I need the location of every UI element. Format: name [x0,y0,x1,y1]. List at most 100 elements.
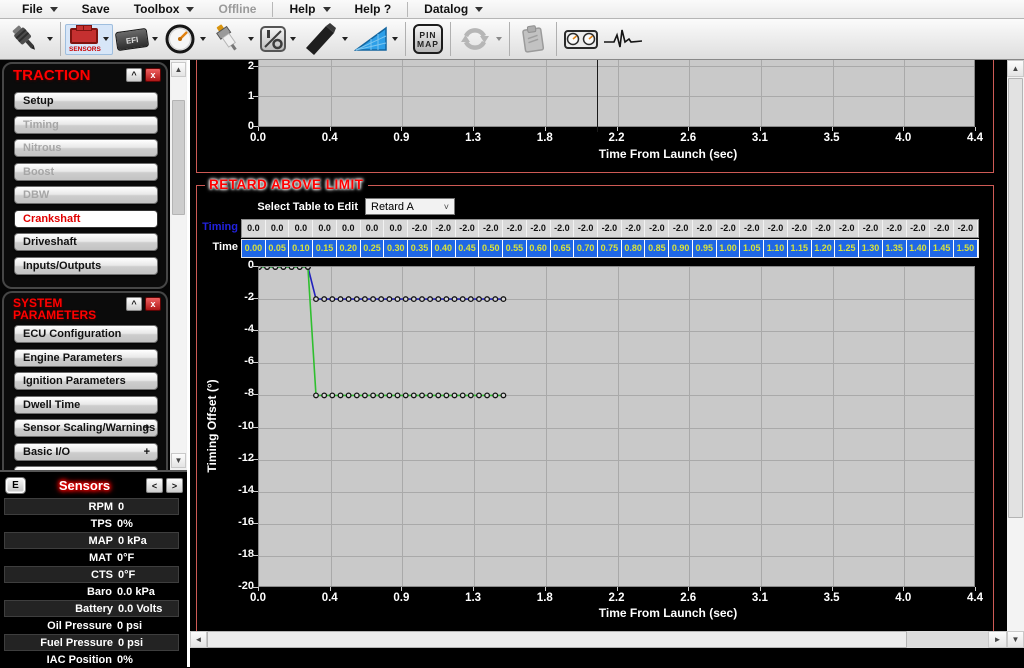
time-cell[interactable]: 0.05 [266,240,290,257]
data-point[interactable] [265,267,270,269]
timing-cell[interactable]: -2.0 [574,220,598,237]
data-point[interactable] [420,393,425,398]
ignition-coil-icon[interactable] [299,20,351,58]
data-point[interactable] [322,393,327,398]
time-cell[interactable]: 1.45 [930,240,954,257]
time-cell[interactable]: 0.65 [551,240,575,257]
time-cell[interactable]: 0.30 [384,240,408,257]
timing-cell[interactable]: -2.0 [432,220,456,237]
timing-cell[interactable]: 0.0 [289,220,313,237]
sidebar-item-sensor-scaling-warnings[interactable]: Sensor Scaling/Warnings+ [14,419,158,437]
scroll-down-icon[interactable]: ▼ [1007,631,1024,648]
sidebar-item-driveshaft[interactable]: Driveshaft [14,233,158,251]
data-point[interactable] [403,297,408,302]
timing-cell[interactable]: -2.0 [645,220,669,237]
data-point[interactable] [330,297,335,302]
time-cell[interactable]: 1.30 [859,240,883,257]
data-point[interactable] [387,297,392,302]
data-point[interactable] [493,297,498,302]
data-point[interactable] [314,393,319,398]
timing-cell[interactable]: -2.0 [717,220,741,237]
timing-cell[interactable]: -2.0 [954,220,978,237]
data-point[interactable] [306,267,311,269]
data-point[interactable] [289,267,294,269]
data-point[interactable] [452,297,457,302]
data-point[interactable] [371,297,376,302]
time-cell[interactable]: 1.05 [740,240,764,257]
timing-cell[interactable]: -2.0 [479,220,503,237]
time-cell[interactable]: 0.15 [313,240,337,257]
sidebar-item-setup[interactable]: Setup [14,92,158,110]
time-cell[interactable]: 1.15 [788,240,812,257]
gauge-icon[interactable] [161,20,209,58]
data-point[interactable] [403,393,408,398]
data-point[interactable] [452,393,457,398]
data-point[interactable] [297,267,302,269]
fuel-map-3d-icon[interactable] [351,20,401,58]
timing-cell[interactable]: 0.0 [242,220,266,237]
data-point[interactable] [420,297,425,302]
timing-cell[interactable]: -2.0 [812,220,836,237]
data-point[interactable] [387,393,392,398]
next-page-icon[interactable]: > [166,478,183,493]
time-cell[interactable]: 0.90 [669,240,693,257]
dropdown-arrow[interactable] [200,37,206,41]
timing-cell[interactable]: 0.0 [384,220,408,237]
data-point[interactable] [436,393,441,398]
time-cell[interactable]: 0.50 [479,240,503,257]
timing-cell[interactable]: -2.0 [456,220,480,237]
data-point[interactable] [338,393,343,398]
data-point[interactable] [259,267,261,269]
sidebar-item-crankshaft[interactable]: Crankshaft [14,210,158,228]
time-cell[interactable]: 0.10 [289,240,313,257]
timing-cell[interactable]: 0.0 [266,220,290,237]
scroll-down-icon[interactable]: ▼ [171,453,186,468]
timing-cell[interactable]: 0.0 [313,220,337,237]
data-point[interactable] [469,297,474,302]
data-point[interactable] [436,297,441,302]
data-point[interactable] [485,393,490,398]
timing-cell[interactable]: -2.0 [622,220,646,237]
data-point[interactable] [477,297,482,302]
dropdown-arrow[interactable] [248,37,254,41]
time-cell[interactable]: 0.45 [456,240,480,257]
sensors-icon[interactable]: SENSORS [65,24,113,55]
waveform-icon[interactable] [601,20,645,58]
data-point[interactable] [501,393,506,398]
dropdown-arrow[interactable] [103,37,109,41]
timing-cell[interactable]: -2.0 [788,220,812,237]
data-point[interactable] [379,297,384,302]
scroll-up-icon[interactable]: ▲ [171,62,186,77]
data-point[interactable] [469,393,474,398]
timing-cell[interactable]: 0.0 [337,220,361,237]
time-cell[interactable]: 1.20 [812,240,836,257]
time-cell[interactable]: 0.85 [645,240,669,257]
data-point[interactable] [355,393,360,398]
data-point[interactable] [371,393,376,398]
collapse-icon[interactable]: ^ [126,297,142,311]
collapse-icon[interactable]: ^ [126,68,142,82]
time-cell[interactable]: 0.20 [337,240,361,257]
dual-gauges-icon[interactable] [561,20,601,58]
time-cell[interactable]: 1.00 [717,240,741,257]
timing-cell[interactable]: -2.0 [764,220,788,237]
time-cell[interactable]: 0.60 [527,240,551,257]
menu-item-datalog[interactable]: Datalog [412,0,495,18]
sidebar-item-dwell-time[interactable]: Dwell Time [14,396,158,414]
timing-cell[interactable]: -2.0 [551,220,575,237]
scroll-right-icon[interactable]: ► [988,631,1007,648]
horizontal-scrollbar-thumb[interactable] [207,631,907,648]
dropdown-arrow[interactable] [47,37,53,41]
prev-page-icon[interactable]: < [146,478,163,493]
timing-cell[interactable]: -2.0 [883,220,907,237]
data-point[interactable] [477,393,482,398]
data-point[interactable] [444,297,449,302]
time-cell[interactable]: 0.95 [693,240,717,257]
menu-item-help[interactable]: Help ? [343,0,404,18]
data-point[interactable] [314,297,319,302]
pin-map-icon[interactable]: PIN MAP [410,20,446,58]
data-point[interactable] [428,393,433,398]
data-point[interactable] [485,297,490,302]
timing-cell[interactable]: -2.0 [527,220,551,237]
data-point[interactable] [428,297,433,302]
